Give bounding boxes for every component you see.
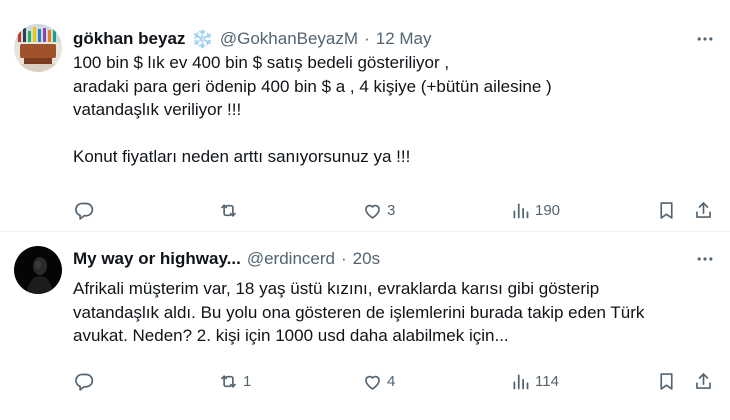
timestamp[interactable]: 20s <box>353 249 380 269</box>
tweet-header: gökhan beyaz ❄️ @GokhanBeyazM · 12 May <box>73 27 431 51</box>
retweet-icon <box>221 374 236 388</box>
bookmark-button[interactable] <box>656 198 677 222</box>
reply-button[interactable] <box>74 198 99 222</box>
action-bar: 1 4 114 <box>72 369 720 393</box>
tweet-text-line: aradaki para geri ödenip 400 bin $ a , 4… <box>73 76 552 96</box>
retweet-icon <box>221 203 236 217</box>
like-icon <box>365 375 380 390</box>
separator: · <box>340 249 347 268</box>
author-name[interactable]: gökhan beyaz <box>73 29 185 49</box>
more-icon[interactable] <box>694 248 716 270</box>
tweet[interactable]: gökhan beyaz ❄️ @GokhanBeyazM · 12 May 1… <box>0 0 730 232</box>
tweet-text-line: vatandaşlık aldı. Bu yolu ona gösteren d… <box>73 302 645 322</box>
more-icon[interactable] <box>694 28 716 50</box>
author-handle[interactable]: @erdincerd <box>247 249 335 269</box>
tweet-text-line: vatandaşlık veriliyor !!! <box>73 100 242 119</box>
tweet[interactable]: My way or highway... @erdincerd · 20s Af… <box>0 232 730 420</box>
bookmark-icon <box>660 372 673 390</box>
reply-button[interactable] <box>74 369 99 393</box>
avatar[interactable] <box>14 246 62 294</box>
avatar[interactable] <box>14 24 62 72</box>
retweet-button[interactable]: 1 <box>218 369 251 393</box>
share-icon <box>696 372 711 389</box>
tweet-text: Afrikali müşterim var, 18 yaş üstü kızın… <box>73 277 713 348</box>
author-name[interactable]: My way or highway... <box>73 249 241 269</box>
tweet-header: My way or highway... @erdincerd · 20s <box>73 247 380 271</box>
share-icon <box>696 201 711 218</box>
tweet-text: 100 bin $ lık ev 400 bin $ satış bedeli … <box>73 51 713 168</box>
share-button[interactable] <box>693 369 714 393</box>
like-icon <box>365 204 380 219</box>
author-handle[interactable]: @GokhanBeyazM <box>220 29 358 49</box>
snowflake-icon: ❄️ <box>191 28 214 49</box>
reply-icon <box>75 373 94 391</box>
bookmark-button[interactable] <box>656 369 677 393</box>
retweet-count: 1 <box>243 372 252 390</box>
views-icon <box>513 374 529 389</box>
views-icon <box>513 203 529 218</box>
view-count: 190 <box>535 201 561 219</box>
share-button[interactable] <box>693 198 714 222</box>
like-button[interactable]: 3 <box>362 198 395 222</box>
tweet-text-line: avukat. Neden? 2. kişi için 1000 usd dah… <box>73 326 509 345</box>
views-button[interactable]: 114 <box>510 369 559 393</box>
like-count: 4 <box>387 372 396 390</box>
retweet-button[interactable] <box>218 198 243 222</box>
tweet-text-gap <box>73 122 713 145</box>
like-count: 3 <box>387 201 396 219</box>
separator: · <box>364 29 370 48</box>
views-button[interactable]: 190 <box>510 198 560 222</box>
tweet-text-line: Afrikali müşterim var, 18 yaş üstü kızın… <box>73 279 600 298</box>
action-bar: 3 190 <box>72 198 720 222</box>
tweet-text-line: Konut fiyatları neden arttı sanıyorsunuz… <box>73 146 411 166</box>
timestamp[interactable]: 12 May <box>376 29 432 49</box>
view-count: 114 <box>535 372 559 390</box>
like-button[interactable]: 4 <box>362 369 395 393</box>
tweet-text-line: 100 bin $ lık ev 400 bin $ satış bedeli … <box>73 53 450 72</box>
reply-icon <box>75 202 94 220</box>
bookmark-icon <box>660 201 673 219</box>
